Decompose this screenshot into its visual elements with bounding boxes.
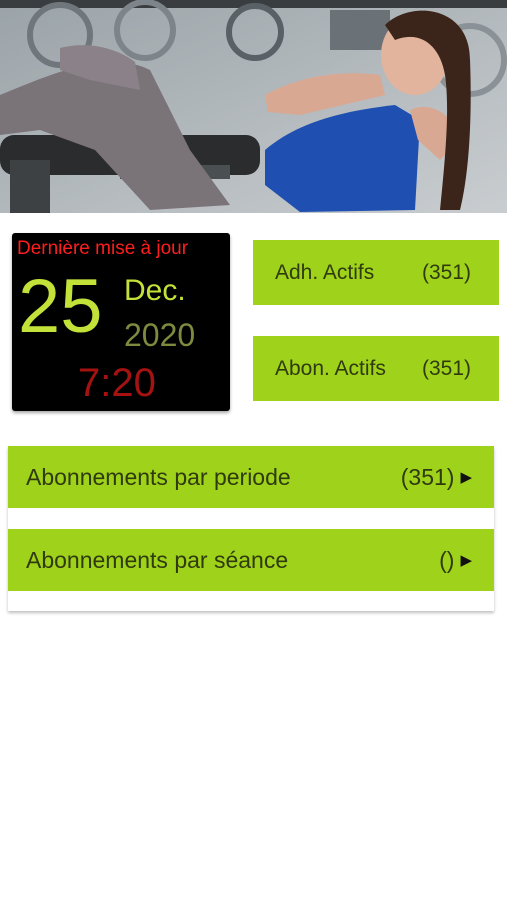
update-year: 2020 [124,317,196,353]
active-members-count: (351) [421,260,471,284]
last-update-card: Dernière mise à jour 25 Dec. 2020 7:20 [12,233,230,411]
active-subscriptions-count: (351) [421,356,471,380]
subscriptions-by-session-count: () [439,546,455,573]
subscriptions-by-period-label: Abonnements par periode [26,463,291,490]
hero-image [0,0,507,213]
active-subscriptions-label: Abon. Actifs [275,356,386,380]
subscriptions-by-session-row[interactable]: Abonnements par séance () ▶ [8,529,494,591]
subscriptions-by-session-label: Abonnements par séance [26,546,289,573]
last-update-label: Dernière mise à jour [17,238,189,259]
update-time: 7:20 [78,361,156,405]
arrow-right-icon: ▶ [460,552,472,569]
subscriptions-by-period-row[interactable]: Abonnements par periode (351) ▶ [8,446,494,508]
update-month: Dec. [124,274,186,307]
active-members-label: Adh. Actifs [275,260,375,284]
update-day: 25 [18,264,103,349]
subscriptions-by-period-count: (351) [400,463,455,490]
active-members-button[interactable]: Adh. Actifs (351) [253,240,499,305]
arrow-right-icon: ▶ [460,469,472,486]
active-subscriptions-button[interactable]: Abon. Actifs (351) [253,336,499,401]
subscription-list: Abonnements par periode (351) ▶ Abonneme… [8,446,494,611]
